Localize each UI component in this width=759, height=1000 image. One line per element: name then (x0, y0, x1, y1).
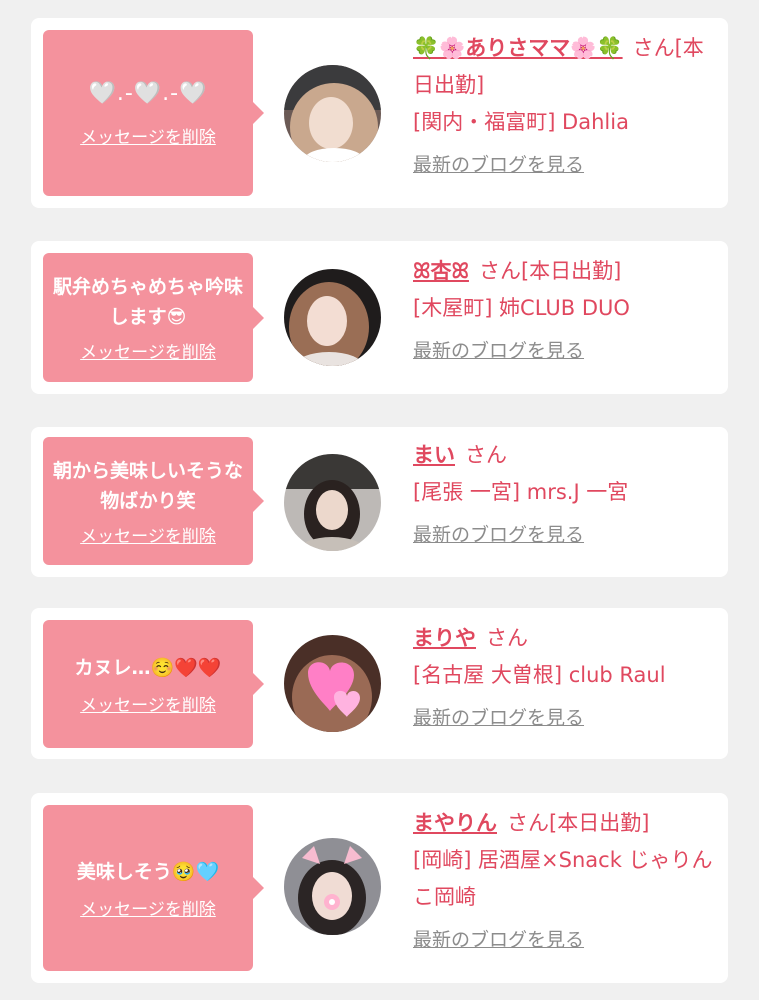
avatar[interactable] (284, 269, 381, 366)
message-bubble: 🤍.-🤍.-🤍 メッセージを削除 (43, 30, 264, 196)
latest-blog-link[interactable]: 最新のブログを見る (413, 517, 584, 554)
avatar[interactable] (284, 454, 381, 551)
message-card: 美味しそう🥹🩵 メッセージを削除 まやりん さん[本日出勤] [岡崎] 居酒屋×S… (31, 793, 728, 983)
girl-info: ꕤ杏ꕤ さん[本日出勤] [木屋町] 姉CLUB DUO 最新のブログを見る (413, 253, 719, 370)
message-bubble: 朝から美味しいそうな物ばかり笑 メッセージを削除 (43, 437, 264, 565)
latest-blog-link[interactable]: 最新のブログを見る (413, 147, 584, 184)
shop-location: [関内・福富町] Dahlia (413, 110, 629, 134)
avatar-photo (284, 454, 381, 551)
avatar[interactable] (284, 838, 381, 935)
message-bubble: 駅弁めちゃめちゃ吟味します😎 メッセージを削除 (43, 253, 264, 382)
girl-name-link[interactable]: まい (413, 443, 455, 467)
attendance-status: [本日出勤] (520, 259, 622, 283)
latest-blog-link[interactable]: 最新のブログを見る (413, 700, 584, 737)
message-list: 🤍.-🤍.-🤍 メッセージを削除 🍀🌸ありさママ🌸🍀 さん[本日出勤] [関内・福… (0, 0, 759, 1000)
avatar-photo (284, 269, 381, 366)
avatar-photo (284, 65, 381, 162)
honorific: さん (486, 626, 528, 650)
shop-location: [尾張 一宮] mrs.J 一宮 (413, 480, 629, 504)
girl-info: まい さん [尾張 一宮] mrs.J 一宮 最新のブログを見る (413, 437, 719, 554)
shop-location: [木屋町] 姉CLUB DUO (413, 296, 630, 320)
message-card: カヌレ…☺️❤️❤️ メッセージを削除 まりや さん [名古屋 大曽根] club… (31, 608, 728, 759)
avatar-photo (284, 838, 381, 935)
avatar[interactable] (284, 65, 381, 162)
avatar-photo (284, 635, 381, 732)
avatar[interactable] (284, 635, 381, 732)
message-bubble: 美味しそう🥹🩵 メッセージを削除 (43, 805, 264, 971)
honorific: さん (478, 259, 521, 283)
message-text: カヌレ…☺️❤️❤️ (74, 656, 222, 679)
delete-message-link[interactable]: メッセージを削除 (80, 522, 216, 547)
girl-info: まやりん さん[本日出勤] [岡崎] 居酒屋×Snack じゃりんこ岡崎 最新のブ… (413, 805, 719, 959)
message-text: 🤍.-🤍.-🤍 (88, 80, 208, 106)
message-text: 朝から美味しいそうな物ばかり笑 (52, 459, 243, 512)
girl-name-link[interactable]: 🍀🌸ありさママ🌸🍀 (413, 36, 623, 60)
girl-name-link[interactable]: ꕤ杏ꕤ (413, 259, 469, 283)
girl-info: まりや さん [名古屋 大曽根] club Raul 最新のブログを見る (413, 620, 719, 737)
message-text: 美味しそう🥹🩵 (76, 860, 220, 883)
honorific: さん (507, 811, 549, 835)
girl-info: 🍀🌸ありさママ🌸🍀 さん[本日出勤] [関内・福富町] Dahlia 最新のブログ… (413, 30, 719, 184)
attendance-status: [本日出勤] (549, 811, 650, 835)
message-bubble: カヌレ…☺️❤️❤️ メッセージを削除 (43, 620, 264, 748)
shop-location: [岡崎] 居酒屋×Snack じゃりんこ岡崎 (413, 848, 713, 909)
latest-blog-link[interactable]: 最新のブログを見る (413, 922, 584, 959)
honorific: さん (465, 443, 507, 467)
delete-message-link[interactable]: メッセージを削除 (80, 123, 216, 148)
delete-message-link[interactable]: メッセージを削除 (80, 338, 216, 363)
message-card: 駅弁めちゃめちゃ吟味します😎 メッセージを削除 ꕤ杏ꕤ さん[本日出勤] [木屋町… (31, 241, 728, 394)
shop-location: [名古屋 大曽根] club Raul (413, 663, 666, 687)
girl-name-link[interactable]: まやりん (413, 811, 497, 835)
honorific: さん (632, 36, 675, 60)
latest-blog-link[interactable]: 最新のブログを見る (413, 333, 584, 370)
message-card: 🤍.-🤍.-🤍 メッセージを削除 🍀🌸ありさママ🌸🍀 さん[本日出勤] [関内・福… (31, 18, 728, 208)
delete-message-link[interactable]: メッセージを削除 (80, 691, 216, 716)
delete-message-link[interactable]: メッセージを削除 (80, 895, 216, 920)
message-card: 朝から美味しいそうな物ばかり笑 メッセージを削除 まい さん [尾張 一宮] mr… (31, 427, 728, 577)
message-text: 駅弁めちゃめちゃ吟味します😎 (52, 276, 243, 328)
girl-name-link[interactable]: まりや (413, 626, 476, 650)
